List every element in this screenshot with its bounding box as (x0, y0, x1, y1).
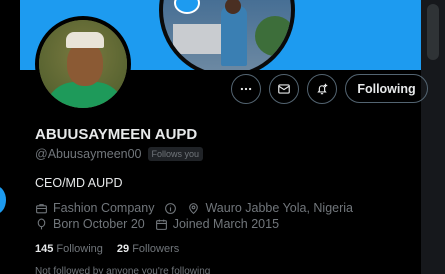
joined-text: Joined March 2015 (172, 217, 280, 231)
username: @Abuusaymeen00 (35, 147, 142, 161)
following-button[interactable]: Following (345, 74, 428, 103)
profile-actions: Following (231, 74, 428, 104)
bell-plus-icon (317, 83, 328, 95)
birthday-item: Born October 20 (35, 217, 145, 231)
following-count: 145 (35, 243, 54, 255)
profile-meta-row-1: Fashion Company Wauro Jabbe Yola, Nigeri… (35, 201, 363, 215)
profile-meta-row-2: Born October 20 Joined March 2015 (35, 217, 289, 231)
more-button[interactable] (231, 74, 261, 104)
follows-you-badge: Follows you (147, 147, 204, 161)
location-pin-icon (189, 202, 199, 214)
category-text: Fashion Company (53, 201, 155, 215)
category-item: Fashion Company (35, 201, 154, 215)
followers-label: Followers (132, 243, 180, 255)
following-count-link[interactable]: 145 Following (35, 243, 103, 255)
display-name: ABUUSAYMEEN AUPD (35, 126, 198, 143)
profile-avatar[interactable] (35, 16, 131, 112)
bio: CEO/MD AUPD (35, 176, 123, 190)
following-label: Following (56, 243, 103, 255)
info-item[interactable] (164, 202, 177, 215)
calendar-icon (155, 219, 167, 230)
mutual-followers-text: Not followed by anyone you're following (35, 266, 211, 274)
message-button[interactable] (269, 74, 299, 104)
more-icon (240, 87, 252, 91)
location-item: Wauro Jabbe Yola, Nigeria (187, 201, 353, 215)
follow-counts: 145 Following 29 Followers (35, 243, 179, 255)
birthday-text: Born October 20 (53, 217, 145, 231)
mail-icon (278, 84, 290, 94)
followers-count-link[interactable]: 29 Followers (117, 243, 179, 255)
scrollbar[interactable] (421, 0, 445, 274)
followers-count: 29 (116, 243, 130, 255)
joined-item: Joined March 2015 (155, 217, 279, 231)
balloon-icon (37, 218, 46, 229)
briefcase-icon (36, 203, 47, 213)
handle-row: @Abuusaymeen00 Follows you (35, 147, 204, 161)
notifications-button[interactable] (307, 74, 337, 104)
left-edge (0, 0, 20, 274)
location-text: Wauro Jabbe Yola, Nigeria (205, 201, 353, 215)
info-icon[interactable] (164, 202, 177, 215)
scrollbar-thumb[interactable] (427, 4, 439, 60)
